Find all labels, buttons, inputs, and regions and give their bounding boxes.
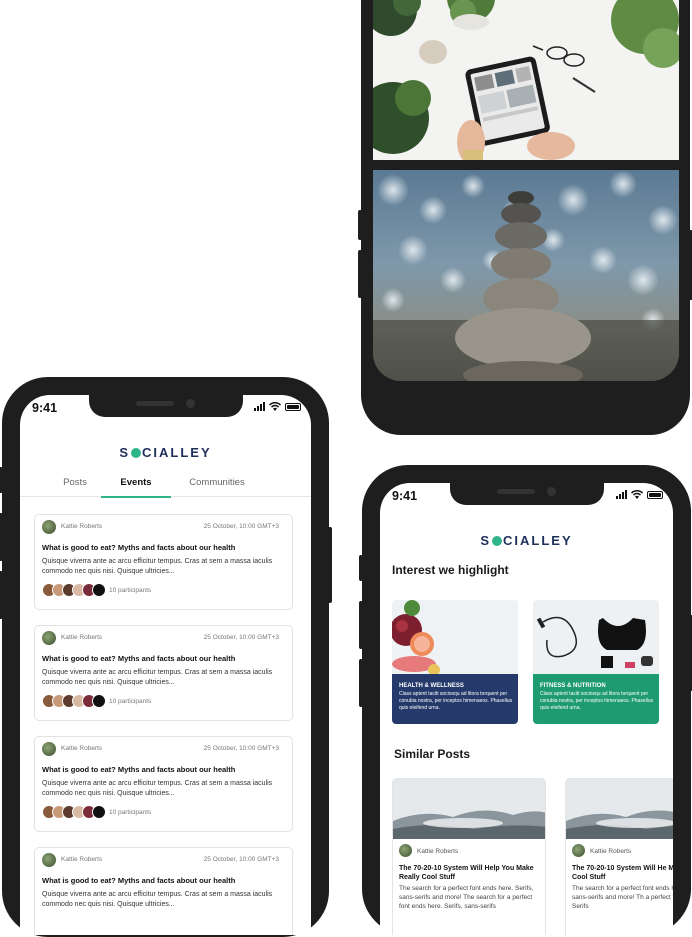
status-icons xyxy=(254,402,301,411)
app-logo: S CIALLEY xyxy=(119,445,212,460)
battery-icon xyxy=(285,402,301,411)
event-card[interactable]: Kattie Roberts 25 October, 10:00 GMT+3 W… xyxy=(34,514,293,610)
event-date: 25 October, 10:00 GMT+3 xyxy=(203,634,279,641)
event-card[interactable]: Kattie Roberts 25 October, 10:00 GMT+3 W… xyxy=(34,847,293,935)
similar-post-card[interactable]: Kattie Roberts The 70-20-10 System Will … xyxy=(565,778,673,935)
photo-screen xyxy=(373,0,679,421)
author-name: Kattie Roberts xyxy=(590,848,632,855)
author-avatar xyxy=(42,631,56,645)
events-phone-frame: 9:41 S CIALLEY Posts Events Communities K… xyxy=(0,377,332,937)
side-button xyxy=(0,571,3,619)
interest-card-fitness[interactable]: FITNESS & NUTRITION Class aptent taciti … xyxy=(533,600,659,724)
status-icons xyxy=(616,490,663,499)
interest-heading: Interest we highlight xyxy=(392,563,509,577)
signal-icon xyxy=(616,490,627,499)
event-description: Quisque viverra ante ac arcu efficitur t… xyxy=(42,891,273,909)
battery-icon xyxy=(647,490,663,499)
power-button xyxy=(328,527,332,603)
post-excerpt: The search for a perfect font ends here.… xyxy=(572,885,673,911)
interest-panel: FITNESS & NUTRITION Class aptent taciti … xyxy=(533,674,659,724)
side-button xyxy=(359,555,363,581)
tab-posts[interactable]: Posts xyxy=(56,477,94,496)
participants-count: 10 participants xyxy=(109,586,152,594)
fruit-photo xyxy=(392,600,518,676)
author-name: Kattie Roberts xyxy=(61,523,103,530)
author-name: Kattie Roberts xyxy=(61,745,103,752)
home-phone-frame: 9:41 S CIALLEY Interest we highlight HEA… xyxy=(359,465,692,935)
notch xyxy=(88,395,243,417)
author-name: Kattie Roberts xyxy=(61,634,103,641)
participant-avatar xyxy=(92,805,106,819)
event-title: What is good to eat? Myths and facts abo… xyxy=(42,876,236,885)
post-excerpt: The search for a perfect font ends here.… xyxy=(399,885,534,911)
author-avatar xyxy=(42,520,56,534)
side-button xyxy=(0,467,3,493)
tablet-desk-photo xyxy=(373,0,679,160)
event-card[interactable]: Kattie Roberts 25 October, 10:00 GMT+3 W… xyxy=(34,736,293,832)
event-description: Quisque viverra ante ac arcu efficitur t… xyxy=(42,669,273,687)
tab-bar: Posts Events Communities xyxy=(20,477,311,498)
interest-title: HEALTH & WELLNESS xyxy=(399,683,464,689)
participant-avatar xyxy=(92,583,106,597)
logo-dot xyxy=(131,448,142,458)
fitness-gear-photo xyxy=(533,600,659,674)
participant-avatar xyxy=(92,694,106,708)
stacked-stones-photo xyxy=(373,170,679,381)
side-button xyxy=(359,659,363,707)
event-title: What is good to eat? Myths and facts abo… xyxy=(42,765,236,774)
status-time: 9:41 xyxy=(392,489,418,503)
author-avatar xyxy=(42,742,56,756)
tab-events[interactable]: Events xyxy=(101,477,171,498)
side-button xyxy=(358,210,362,240)
author-name: Kattie Roberts xyxy=(61,856,103,863)
similar-posts-heading: Similar Posts xyxy=(394,747,471,761)
event-date: 25 October, 10:00 GMT+3 xyxy=(203,856,279,863)
participants-count: 10 participants xyxy=(109,808,152,816)
participants-row[interactable]: 10 participants xyxy=(42,694,151,708)
status-time: 9:41 xyxy=(32,401,58,415)
mountain-photo xyxy=(393,779,545,839)
side-button xyxy=(358,250,362,298)
logo-dot xyxy=(492,536,503,546)
interest-title: FITNESS & NUTRITION xyxy=(540,683,606,689)
mountain-photo xyxy=(566,779,673,839)
side-button xyxy=(359,601,363,649)
event-date: 25 October, 10:00 GMT+3 xyxy=(203,523,279,530)
photo-phone-frame xyxy=(358,0,692,435)
signal-icon xyxy=(254,402,265,411)
event-description: Quisque viverra ante ac arcu efficitur t… xyxy=(42,558,273,576)
author-name: Kattie Roberts xyxy=(417,848,459,855)
author-avatar xyxy=(399,844,412,857)
wifi-icon xyxy=(269,402,281,411)
event-title: What is good to eat? Myths and facts abo… xyxy=(42,654,236,663)
notch xyxy=(449,483,604,505)
wifi-icon xyxy=(631,490,643,499)
author-avatar xyxy=(572,844,585,857)
interest-description: Class aptent taciti sociosqu ad litora t… xyxy=(540,691,654,711)
similar-post-card[interactable]: Kattie Roberts The 70-20-10 System Will … xyxy=(392,778,546,935)
post-title: The 70-20-10 System Will Help You Make R… xyxy=(399,865,534,882)
interest-panel: HEALTH & WELLNESS Class aptent taciti so… xyxy=(392,674,518,724)
event-card[interactable]: Kattie Roberts 25 October, 10:00 GMT+3 W… xyxy=(34,625,293,721)
side-button xyxy=(0,513,3,561)
author-avatar xyxy=(42,853,56,867)
app-logo: S CIALLEY xyxy=(480,533,573,548)
interest-description: Class aptent taciti sociosqu ad litora t… xyxy=(399,691,513,711)
interest-card-health[interactable]: HEALTH & WELLNESS Class aptent taciti so… xyxy=(392,600,518,724)
event-date: 25 October, 10:00 GMT+3 xyxy=(203,745,279,752)
event-title: What is good to eat? Myths and facts abo… xyxy=(42,543,236,552)
events-screen: 9:41 S CIALLEY Posts Events Communities K… xyxy=(20,395,311,935)
participants-row[interactable]: 10 participants xyxy=(42,805,151,819)
home-screen: 9:41 S CIALLEY Interest we highlight HEA… xyxy=(380,483,673,935)
participants-row[interactable]: 10 participants xyxy=(42,583,151,597)
event-description: Quisque viverra ante ac arcu efficitur t… xyxy=(42,780,273,798)
tab-communities[interactable]: Communities xyxy=(182,477,252,496)
post-title: The 70-20-10 System Will He Make Really … xyxy=(572,865,673,882)
participants-count: 10 participants xyxy=(109,697,152,705)
